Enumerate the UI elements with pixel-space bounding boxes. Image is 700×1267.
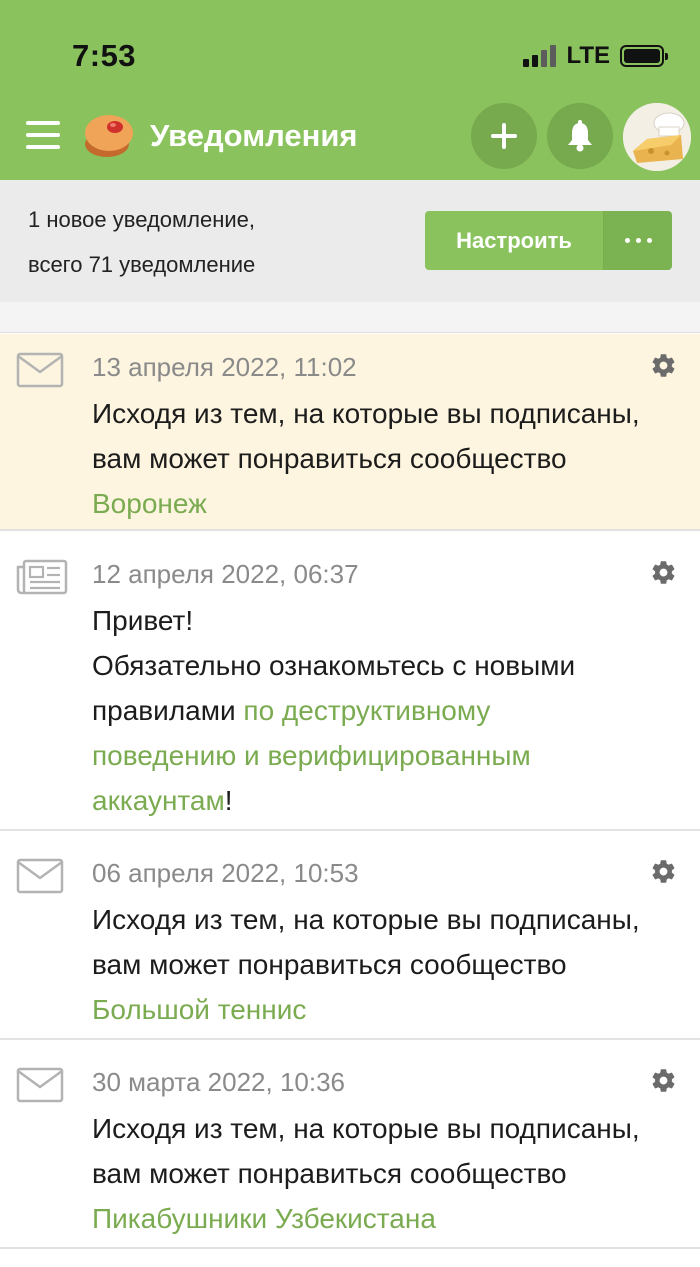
dot bbox=[635, 238, 641, 243]
notifications-button[interactable] bbox=[547, 103, 613, 169]
text-fragment: ! bbox=[224, 785, 233, 816]
hamburger-menu-icon[interactable] bbox=[26, 121, 60, 149]
text-line: правилами по деструктивному bbox=[92, 688, 690, 733]
avatar-image bbox=[623, 103, 691, 171]
rules-link[interactable]: поведению и верифицированным bbox=[92, 733, 690, 778]
text-fragment: правилами bbox=[92, 695, 236, 726]
rules-link[interactable]: аккаунтам bbox=[92, 785, 225, 816]
signal-icon bbox=[523, 45, 557, 67]
text-line: Исходя из тем, на которые вы подписаны, bbox=[92, 904, 640, 935]
greeting-line: Привет! bbox=[92, 605, 194, 636]
community-link[interactable]: Пикабушники Узбекистана bbox=[92, 1196, 690, 1241]
text-line: вам может понравиться сообщество bbox=[92, 1158, 567, 1189]
page-title: Уведомления bbox=[150, 118, 358, 153]
text-line: вам может понравиться сообщество bbox=[92, 949, 567, 980]
gear-icon[interactable] bbox=[650, 559, 677, 586]
newspaper-icon bbox=[16, 559, 68, 595]
gear-icon[interactable] bbox=[650, 858, 677, 885]
notification-text: Исходя из тем, на которые вы подписаны, … bbox=[92, 391, 690, 526]
envelope-icon bbox=[16, 1067, 64, 1103]
notification-item[interactable]: 30 марта 2022, 10:36 Исходя из тем, на к… bbox=[0, 1049, 700, 1249]
notification-item[interactable]: 13 апреля 2022, 11:02 Исходя из тем, на … bbox=[0, 334, 700, 531]
notification-text: Исходя из тем, на которые вы подписаны, … bbox=[92, 1106, 690, 1241]
list-spacer bbox=[0, 302, 700, 333]
dot bbox=[624, 238, 630, 243]
app-header: 7:53 LTE Уведомления bbox=[0, 0, 700, 180]
notification-item[interactable]: 12 апреля 2022, 06:37 Привет! Обязательн… bbox=[0, 541, 700, 831]
new-count-text: 1 новое уведомление, bbox=[28, 207, 256, 232]
dot bbox=[646, 238, 652, 243]
envelope-icon bbox=[16, 858, 64, 894]
text-line: вам может понравиться сообщество bbox=[92, 443, 567, 474]
text-line: Исходя из тем, на которые вы подписаны, bbox=[92, 1113, 640, 1144]
more-options-button[interactable] bbox=[603, 211, 672, 270]
plus-icon bbox=[491, 123, 517, 149]
text-line: Исходя из тем, на которые вы подписаны, bbox=[92, 398, 640, 429]
bell-icon bbox=[568, 120, 592, 152]
pikabu-logo[interactable] bbox=[80, 111, 134, 161]
envelope-icon bbox=[16, 352, 64, 388]
notification-text: Привет! Обязательно ознакомьтесь с новым… bbox=[92, 598, 690, 823]
notification-date: 30 марта 2022, 10:36 bbox=[92, 1067, 346, 1097]
community-link[interactable]: Большой теннис bbox=[92, 987, 690, 1032]
notification-item[interactable]: 06 апреля 2022, 10:53 Исходя из тем, на … bbox=[0, 840, 700, 1040]
notification-date: 13 апреля 2022, 11:02 bbox=[92, 352, 357, 382]
text-line: Обязательно ознакомьтесь с новыми bbox=[92, 650, 576, 681]
status-time: 7:53 bbox=[72, 38, 137, 73]
text-line: аккаунтам! bbox=[92, 778, 690, 823]
nav-bar: Уведомления bbox=[0, 100, 700, 176]
status-indicators: LTE bbox=[523, 42, 668, 70]
rules-link[interactable]: по деструктивному bbox=[243, 695, 490, 726]
user-avatar[interactable] bbox=[623, 103, 691, 171]
gear-icon[interactable] bbox=[650, 1067, 677, 1094]
settings-button-group: Настроить bbox=[425, 211, 672, 270]
notification-text: Исходя из тем, на которые вы подписаны, … bbox=[92, 897, 690, 1032]
notification-date: 12 апреля 2022, 06:37 bbox=[92, 559, 359, 589]
notifications-summary: 1 новое уведомление, всего 71 уведомлени… bbox=[0, 180, 700, 302]
community-link[interactable]: Воронеж bbox=[92, 481, 690, 526]
network-label: LTE bbox=[566, 42, 610, 69]
gear-icon[interactable] bbox=[650, 352, 677, 379]
notification-date: 06 апреля 2022, 10:53 bbox=[92, 858, 359, 888]
total-count-text: всего 71 уведомление bbox=[28, 252, 256, 277]
add-post-button[interactable] bbox=[471, 103, 537, 169]
battery-icon bbox=[620, 45, 668, 67]
setup-button[interactable]: Настроить bbox=[425, 211, 603, 270]
